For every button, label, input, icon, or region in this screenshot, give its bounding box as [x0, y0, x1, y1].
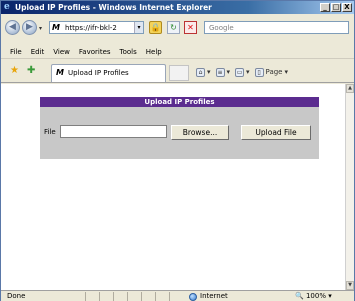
tab-row: ★ ✚ M Upload IP Profiles ⌂ ▾ ≡ ▾ ▭ ▾ ▯ Page ▾: [1, 61, 354, 83]
lock-icon[interactable]: 🔒: [149, 21, 162, 34]
internet-globe-icon: [189, 292, 197, 301]
print-icon: ▭: [235, 67, 245, 77]
menu-edit[interactable]: Edit: [31, 48, 45, 56]
tab-favicon-icon: M: [56, 68, 64, 77]
refresh-button[interactable]: ↻: [167, 21, 180, 34]
status-cell: [85, 292, 99, 301]
browse-button[interactable]: Browse...: [171, 125, 229, 140]
page-icon: ▯: [254, 67, 264, 77]
minimize-button[interactable]: _: [320, 3, 330, 12]
new-tab-button[interactable]: [169, 65, 189, 81]
status-cell: [141, 292, 155, 301]
scroll-down-icon[interactable]: ▼: [346, 281, 354, 290]
menu-favorites[interactable]: Favorites: [79, 48, 111, 56]
window-controls: _ □ X: [320, 3, 352, 12]
menu-tools[interactable]: Tools: [120, 48, 137, 56]
page-menu-label: Page: [265, 68, 283, 76]
history-dropdown-icon[interactable]: ▾: [39, 25, 45, 33]
vertical-scrollbar[interactable]: ▲ ▼: [345, 84, 354, 290]
feeds-button[interactable]: ≡ ▾: [215, 67, 230, 77]
menu-bar: File Edit View Favorites Tools Help: [1, 45, 354, 59]
favorites-star-icon[interactable]: ★: [10, 66, 19, 76]
address-dropdown-icon[interactable]: ▾: [134, 22, 143, 33]
status-cell: [99, 292, 113, 301]
file-label: File: [44, 128, 56, 136]
upload-file-button[interactable]: Upload File: [241, 125, 311, 140]
maximize-button[interactable]: □: [331, 3, 341, 12]
title-bar: e Upload IP Profiles - Windows Internet …: [1, 1, 354, 14]
home-icon: ⌂: [196, 67, 205, 77]
upload-panel: Upload IP Profiles File Browse... Upload…: [40, 97, 319, 159]
security-zone[interactable]: Internet: [189, 292, 228, 301]
home-button[interactable]: ⌂ ▾: [196, 67, 211, 77]
command-bar: ⌂ ▾ ≡ ▾ ▭ ▾ ▯ Page ▾: [196, 65, 288, 79]
window-title: Upload IP Profiles - Windows Internet Ex…: [15, 3, 212, 12]
print-button[interactable]: ▭ ▾: [235, 67, 250, 77]
menu-file[interactable]: File: [10, 48, 22, 56]
file-path-input[interactable]: [60, 125, 167, 138]
zoom-level: 100%: [305, 292, 326, 300]
status-bar: Done Internet 🔍 100% ▾: [1, 290, 354, 301]
scroll-up-icon[interactable]: ▲: [346, 84, 354, 93]
status-text: Done: [7, 292, 26, 300]
navigation-bar: ◀ ▶ ▾ M https://ifr-bkl-2 ▾ 🔒 ↻ ✕ Google: [1, 15, 354, 43]
menu-help[interactable]: Help: [146, 48, 162, 56]
address-url[interactable]: https://ifr-bkl-2: [65, 23, 117, 33]
forward-button[interactable]: ▶: [22, 20, 37, 35]
status-cell: [127, 292, 141, 301]
menu-view[interactable]: View: [53, 48, 70, 56]
back-button[interactable]: ◀: [5, 20, 20, 35]
ie-logo-icon: e: [4, 2, 10, 12]
zone-label: Internet: [200, 292, 228, 300]
site-favicon-icon: M: [52, 23, 60, 32]
status-cell: [113, 292, 127, 301]
add-favorites-icon[interactable]: ✚: [27, 66, 35, 76]
panel-heading: Upload IP Profiles: [40, 97, 319, 107]
feeds-icon: ≡: [215, 67, 225, 77]
stop-button[interactable]: ✕: [184, 21, 197, 34]
search-box[interactable]: Google: [204, 21, 349, 34]
close-button[interactable]: X: [342, 3, 352, 12]
status-cell: [169, 292, 183, 301]
address-bar[interactable]: M https://ifr-bkl-2 ▾: [49, 21, 144, 34]
search-placeholder: Google: [209, 24, 234, 32]
page-menu-button[interactable]: ▯ Page ▾: [254, 67, 288, 77]
tab-upload-ip-profiles[interactable]: M Upload IP Profiles: [51, 64, 166, 82]
tab-label: Upload IP Profiles: [68, 69, 129, 77]
zoom-control[interactable]: 🔍 100% ▾: [295, 292, 332, 301]
status-cell: [155, 292, 169, 301]
browser-window: e Upload IP Profiles - Windows Internet …: [0, 0, 355, 301]
